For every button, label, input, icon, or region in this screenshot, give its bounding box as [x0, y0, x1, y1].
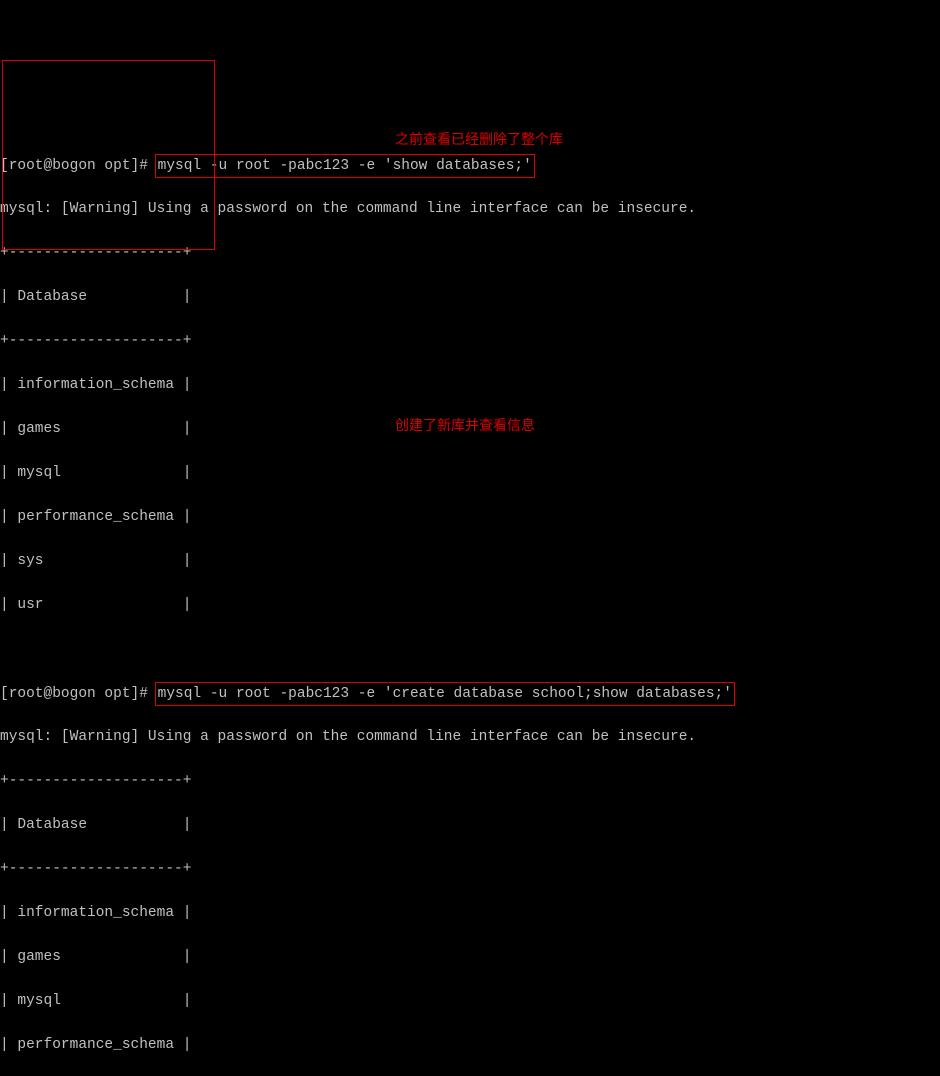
annotation-block2: 创建了新库并查看信息 [395, 414, 535, 436]
mysql-warning: mysql: [Warning] Using a password on the… [0, 726, 940, 748]
table-row: | information_schema | [0, 374, 940, 396]
terminal: [root@bogon opt]# mysql -u root -pabc123… [0, 88, 940, 1076]
table-row: | mysql | [0, 990, 940, 1012]
table-row: | performance_schema | [0, 506, 940, 528]
table-border-mid: +--------------------+ [0, 330, 940, 352]
command-highlight-box: mysql -u root -pabc123 -e 'show database… [155, 154, 535, 178]
table-border-top: +--------------------+ [0, 770, 940, 792]
table-header: | Database | [0, 814, 940, 836]
shell-prompt: [root@bogon opt]# [0, 686, 157, 702]
table-row: | information_schema | [0, 902, 940, 924]
shell-prompt: [root@bogon opt]# [0, 158, 157, 174]
table-border-mid: +--------------------+ [0, 858, 940, 880]
table-row: | performance_schema | [0, 1034, 940, 1056]
mysql-warning: mysql: [Warning] Using a password on the… [0, 198, 940, 220]
prompt-line-1[interactable]: [root@bogon opt]# mysql -u root -pabc123… [0, 154, 940, 176]
annotation-block1: 之前查看已经删除了整个库 [395, 128, 563, 150]
command-text: mysql -u root -pabc123 -e 'show database… [158, 158, 532, 174]
command-highlight-box: mysql -u root -pabc123 -e 'create databa… [155, 682, 735, 706]
table-row: | games | [0, 946, 940, 968]
table-header: | Database | [0, 286, 940, 308]
table-row: | sys | [0, 550, 940, 572]
table-border-top: +--------------------+ [0, 242, 940, 264]
prompt-line-2[interactable]: [root@bogon opt]# mysql -u root -pabc123… [0, 682, 940, 704]
command-text: mysql -u root -pabc123 -e 'create databa… [158, 686, 732, 702]
table-row: | mysql | [0, 462, 940, 484]
table-row: | usr | [0, 594, 940, 616]
